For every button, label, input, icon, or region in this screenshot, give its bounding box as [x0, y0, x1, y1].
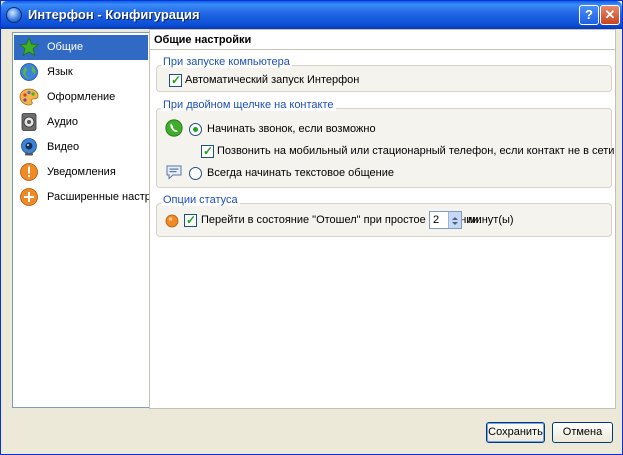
save-button[interactable]: Сохранить — [486, 422, 545, 443]
sidebar-item-label: Язык — [47, 66, 73, 78]
globe-icon — [20, 63, 38, 81]
spinner-arrows[interactable] — [448, 212, 461, 228]
sidebar-nav: Общие Язык Оформление Аудио Видео Уведом… — [12, 32, 174, 408]
webcam-icon — [21, 138, 37, 156]
sidebar-item-label: Оформление — [47, 91, 116, 103]
start-call-label: Начинать звонок, если возможно — [207, 123, 376, 135]
sidebar-item-label: Уведомления — [47, 166, 116, 178]
group-title: При двойном щелчке на контакте — [161, 99, 336, 111]
phone-icon — [165, 119, 183, 137]
sidebar-item-video[interactable]: Видео — [14, 135, 148, 160]
start-text-radio[interactable] — [189, 167, 202, 180]
away-minutes-spinner[interactable]: 2 — [429, 211, 462, 229]
sidebar-item-label: Видео — [47, 141, 80, 153]
start-call-radio[interactable] — [189, 123, 202, 136]
start-text-label: Всегда начинать текстовое общение — [207, 167, 394, 179]
startup-group: При запуске компьютера Автоматический за… — [156, 56, 612, 92]
sidebar-item-language[interactable]: Язык — [14, 60, 148, 85]
title-bar[interactable]: Интерфон - Конфигурация ? ✕ — [1, 1, 622, 29]
group-title: Опции статуса — [161, 194, 240, 206]
divider — [150, 49, 615, 50]
sidebar-item-label: Аудио — [47, 116, 79, 128]
group-title: При запуске компьютера — [161, 56, 292, 68]
away-minutes-value: 2 — [433, 214, 440, 226]
config-window: Интерфон - Конфигурация ? ✕ Общие Язык О… — [0, 0, 623, 455]
alert-icon — [20, 163, 38, 181]
star-icon — [19, 37, 39, 57]
minutes-suffix: минут(ы) — [468, 214, 514, 226]
autostart-label: Автоматический запуск Интерфон — [185, 74, 360, 86]
autostart-checkbox[interactable] — [169, 73, 182, 87]
palette-icon — [19, 88, 39, 106]
app-icon — [6, 7, 22, 23]
call-mobile-checkbox[interactable] — [201, 144, 214, 158]
speaker-icon — [21, 113, 37, 131]
plus-icon — [20, 188, 38, 206]
settings-panel: Общие настройки При запуске компьютера А… — [149, 29, 616, 409]
cancel-button[interactable]: Отмена — [552, 422, 613, 443]
doubleclick-group: При двойном щелчке на контакте Начинать … — [156, 99, 615, 188]
call-mobile-label: Позвонить на мобильный или стационарный … — [217, 145, 615, 157]
sidebar-item-notifications[interactable]: Уведомления — [14, 160, 148, 185]
dialog-body: Общие Язык Оформление Аудио Видео Уведом… — [4, 29, 619, 452]
help-button[interactable]: ? — [579, 5, 599, 25]
sidebar-item-audio[interactable]: Аудио — [14, 110, 148, 135]
chat-icon — [166, 165, 182, 180]
panel-title: Общие настройки — [154, 34, 252, 46]
sidebar-item-appearance[interactable]: Оформление — [14, 85, 148, 110]
sidebar-item-general[interactable]: Общие — [14, 35, 148, 60]
status-group: Опции статуса Перейти в состояние "Отоше… — [156, 194, 612, 237]
sidebar-item-advanced[interactable]: Расширенные настройки — [14, 185, 174, 210]
sidebar-item-label: Общие — [47, 41, 84, 53]
away-checkbox[interactable] — [184, 213, 197, 227]
close-button[interactable]: ✕ — [600, 5, 620, 25]
away-status-icon — [165, 214, 179, 228]
window-title: Интерфон - Конфигурация — [28, 7, 200, 22]
